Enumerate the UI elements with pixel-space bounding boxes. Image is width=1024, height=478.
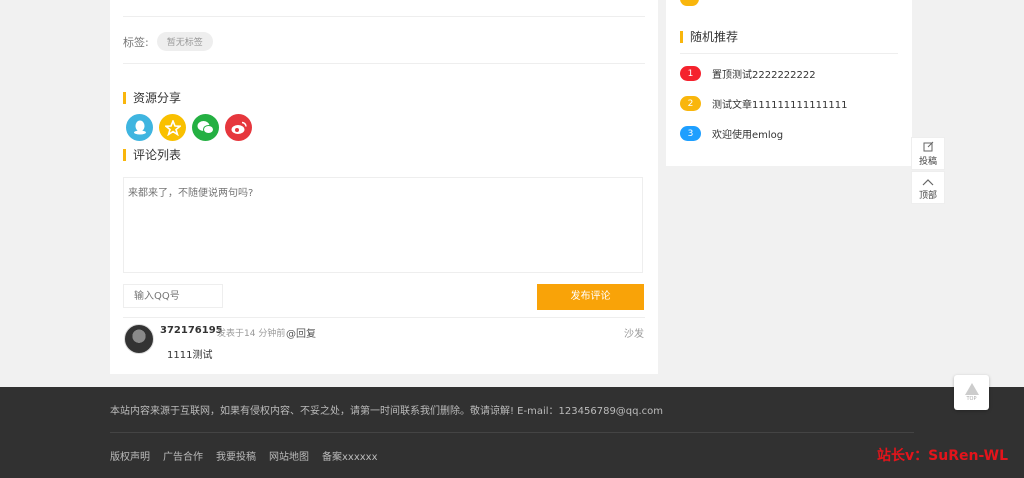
rank-badge: 2 — [680, 96, 701, 111]
comment-author[interactable]: 372176195 — [160, 325, 223, 336]
comment-floor: 沙发 — [624, 329, 644, 340]
edit-icon — [923, 141, 934, 154]
list-item-title[interactable]: 测试文章111111111111111 — [712, 96, 847, 111]
qzone-icon[interactable] — [159, 114, 186, 141]
random-title-text: 随机推荐 — [690, 30, 739, 44]
share-section-title: 资源分享 — [123, 89, 181, 106]
site-owner-watermark: 站长v：SuRen-WL — [877, 448, 1008, 464]
clipped-list-item — [680, 0, 711, 6]
share-title-text: 资源分享 — [133, 91, 182, 105]
comments-title-text: 评论列表 — [133, 148, 182, 162]
title-bar — [680, 30, 683, 43]
list-item[interactable]: 1 置顶测试2222222222 — [680, 66, 816, 81]
random-section-title: 随机推荐 — [680, 28, 738, 45]
list-item-title[interactable]: 置顶测试2222222222 — [712, 66, 816, 81]
divider — [123, 317, 645, 318]
divider — [110, 432, 914, 433]
top-float-button[interactable]: 顶部 — [911, 171, 945, 204]
back-to-top-button[interactable]: TOP — [954, 375, 989, 410]
tags-label: 标签: — [123, 35, 149, 49]
rank-badge — [680, 0, 699, 6]
footer-links: 版权声明 广告合作 我要投稿 网站地图 备案xxxxxx — [110, 448, 378, 463]
footer-notice: 本站内容来源于互联网，如果有侵权内容、不妥之处，请第一时间联系我们删除。敬请谅解… — [110, 406, 664, 417]
top-label: 顶部 — [918, 191, 937, 201]
totop-label: TOP — [966, 396, 977, 402]
tags-row: 标签: 暂无标签 — [123, 32, 213, 51]
arrow-up-icon — [964, 383, 979, 395]
footer-link-ads[interactable]: 广告合作 — [163, 448, 203, 463]
rank-badge: 3 — [680, 126, 701, 141]
share-buttons — [126, 114, 252, 141]
post-label: 投稿 — [918, 157, 937, 167]
list-item[interactable]: 3 欢迎使用emlog — [680, 126, 783, 141]
weibo-icon[interactable] — [225, 114, 252, 141]
title-bar — [123, 148, 126, 161]
rank-badge: 1 — [680, 66, 701, 81]
comment-textarea[interactable] — [123, 177, 643, 273]
comment-text: 1111测试 — [167, 350, 213, 361]
footer-link-submit[interactable]: 我要投稿 — [216, 448, 256, 463]
article-panel: 标签: 暂无标签 资源分享 评论列表 发布评论 372176195 发表于14 … — [110, 0, 658, 374]
wechat-icon[interactable] — [192, 114, 219, 141]
title-bar — [123, 91, 126, 104]
divider — [123, 16, 645, 17]
divider — [123, 63, 645, 64]
chevron-up-icon — [922, 177, 934, 188]
footer-link-copyright[interactable]: 版权声明 — [110, 448, 150, 463]
tag-pill[interactable]: 暂无标签 — [156, 32, 213, 51]
reply-link[interactable]: @回复 — [286, 325, 316, 340]
list-item[interactable]: 2 测试文章111111111111111 — [680, 96, 847, 111]
qq-icon[interactable] — [126, 114, 153, 141]
divider — [680, 53, 898, 54]
post-float-button[interactable]: 投稿 — [911, 137, 945, 170]
sidebar-panel: 随机推荐 1 置顶测试2222222222 2 测试文章111111111111… — [666, 0, 912, 166]
list-item-title[interactable]: 欢迎使用emlog — [712, 126, 783, 141]
comment-time: 发表于14 分钟前 — [217, 329, 286, 339]
qq-number-input[interactable] — [123, 284, 223, 308]
footer: 本站内容来源于互联网，如果有侵权内容、不妥之处，请第一时间联系我们删除。敬请谅解… — [0, 387, 1024, 478]
submit-comment-button[interactable]: 发布评论 — [537, 284, 644, 310]
avatar — [124, 324, 154, 354]
footer-link-sitemap[interactable]: 网站地图 — [269, 448, 309, 463]
footer-link-icp[interactable]: 备案xxxxxx — [322, 448, 378, 463]
comments-section-title: 评论列表 — [123, 146, 181, 163]
